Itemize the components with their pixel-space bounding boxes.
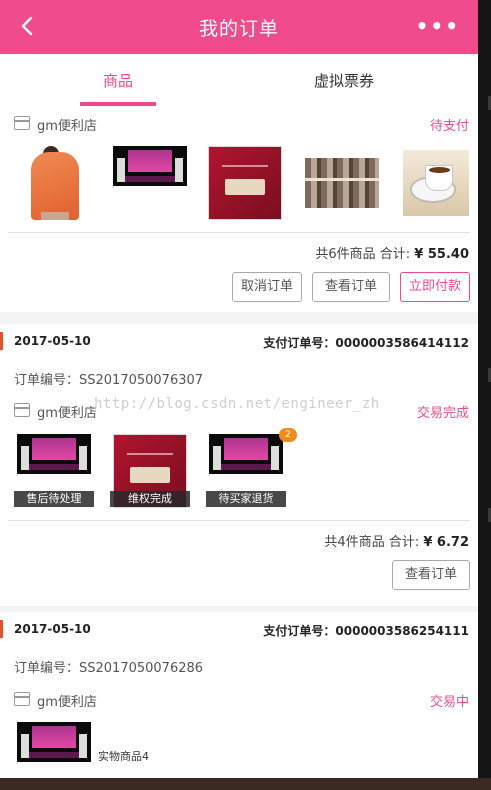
tab-virtual-tickets[interactable]: 虚拟票券 [264, 70, 424, 91]
tab-bar: 商品 虚拟票券 [0, 54, 478, 106]
aftersale-caption: 售后待处理 [14, 491, 94, 507]
app-screen: 我的订单 ••• 商品 虚拟票券 gm便利店 待支付 共6件商品 合计: ¥ 5… [0, 0, 478, 778]
order-status: 待支付 [429, 119, 469, 134]
summary-label: 共4件商品 合计: [324, 535, 424, 550]
aftersale-caption: 待买家退货 [206, 491, 286, 507]
tab-goods[interactable]: 商品 [38, 70, 198, 91]
bottom-strip [0, 778, 491, 790]
order-total: ¥ 55.40 [414, 247, 469, 262]
order-card: 2017-05-10 支付订单号：0000003586254111 订单编号：S… [0, 612, 478, 778]
date-marker [0, 620, 3, 638]
order-status: 交易中 [429, 695, 469, 710]
store-icon [14, 116, 30, 130]
order-total: ¥ 6.72 [423, 535, 469, 550]
more-options-icon[interactable]: ••• [416, 14, 460, 38]
pay-order-number: 支付订单号：0000003586414112 [263, 336, 469, 350]
top-bar: 我的订单 ••• [0, 0, 478, 54]
page-title: 我的订单 [198, 18, 279, 40]
item-name: 实物商品4 [98, 750, 149, 763]
store-name: gm便利店 [37, 695, 97, 710]
product-image-shelves[interactable] [305, 158, 379, 208]
divider [8, 520, 470, 521]
store-name: gm便利店 [37, 119, 97, 134]
order-number: 订单编号：SS2017050076286 [14, 661, 204, 676]
store-icon [14, 692, 30, 706]
order-date: 2017-05-10 [14, 622, 91, 636]
store-icon [14, 403, 30, 417]
quantity-badge: 2 [279, 428, 297, 442]
order-card: 2017-05-10 支付订单号：0000003586414112 订单编号：S… [0, 324, 478, 606]
product-image-stage[interactable] [113, 146, 187, 186]
divider [8, 232, 470, 233]
product-image-stage[interactable] [17, 722, 91, 762]
order-card: gm便利店 待支付 共6件商品 合计: ¥ 55.40 取消订单 查看订单 立即… [0, 106, 478, 312]
product-image-cup[interactable] [403, 150, 469, 216]
date-marker [0, 332, 3, 350]
order-summary: 共4件商品 合计: ¥ 6.72 [324, 531, 469, 550]
order-number: 订单编号：SS2017050076307 [14, 373, 204, 388]
product-image-stage[interactable] [17, 434, 91, 474]
order-status: 交易完成 [416, 406, 469, 421]
product-image-dress[interactable] [17, 146, 91, 220]
screen-edge [478, 0, 491, 790]
view-order-button[interactable]: 查看订单 [312, 272, 390, 302]
view-order-button[interactable]: 查看订单 [392, 560, 470, 590]
pay-now-button[interactable]: 立即付款 [400, 272, 470, 302]
cancel-order-button[interactable]: 取消订单 [232, 272, 302, 302]
order-date: 2017-05-10 [14, 334, 91, 348]
product-image-stage[interactable] [209, 434, 283, 474]
order-summary: 共6件商品 合计: ¥ 55.40 [315, 243, 469, 262]
store-name: gm便利店 [37, 406, 97, 421]
aftersale-caption: 维权完成 [110, 491, 190, 507]
pay-order-number: 支付订单号：0000003586254111 [263, 624, 469, 638]
summary-label: 共6件商品 合计: [315, 247, 415, 262]
watermark: http://blog.csdn.net/engineer_zh [94, 396, 380, 412]
product-image-box[interactable] [208, 146, 282, 220]
